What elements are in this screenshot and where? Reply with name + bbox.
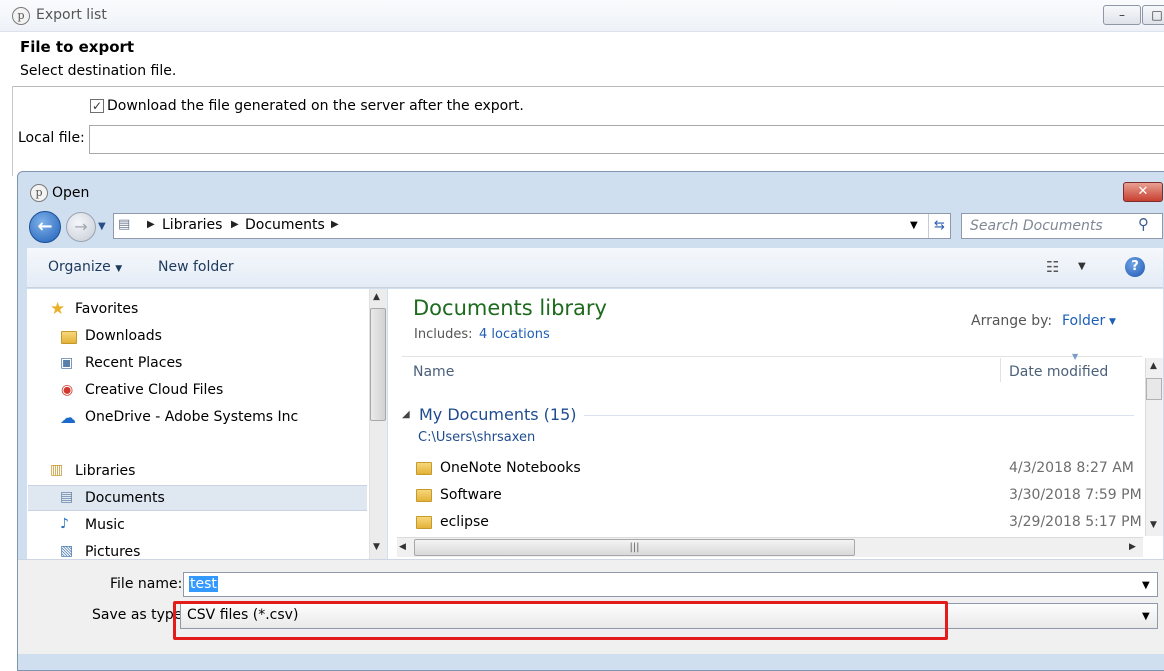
download-checkbox[interactable]: ✓ xyxy=(90,99,104,113)
close-button[interactable]: ✕ xyxy=(1123,182,1163,202)
refresh-icon[interactable]: ⇆ xyxy=(928,214,950,238)
column-header-name[interactable]: Name xyxy=(413,364,454,380)
nav-item-onedrive[interactable]: OneDrive - Adobe Systems Inc xyxy=(85,409,298,425)
header-divider xyxy=(12,86,1164,87)
nav-item-documents[interactable]: Documents xyxy=(85,490,165,506)
history-dropdown-icon[interactable]: ▼ xyxy=(98,221,106,232)
group-divider xyxy=(584,415,1134,416)
library-title: Documents library xyxy=(413,296,607,320)
folder-icon xyxy=(416,489,432,502)
arrange-by-label: Arrange by: xyxy=(971,313,1053,329)
content-vertical-scroll-thumb[interactable] xyxy=(1146,378,1162,400)
panel-border xyxy=(12,86,13,176)
file-row-name[interactable]: eclipse xyxy=(440,514,489,530)
view-dropdown-icon[interactable]: ▼ xyxy=(1078,261,1086,272)
maximize-button[interactable]: □ xyxy=(1142,5,1164,25)
scroll-up-icon[interactable]: ▲ xyxy=(373,292,380,302)
new-folder-button[interactable]: New folder xyxy=(158,259,234,275)
file-row-date: 3/29/2018 5:17 PM xyxy=(1009,514,1142,530)
arrange-by-dropdown[interactable]: Folder xyxy=(1062,313,1105,329)
file-name-input[interactable] xyxy=(183,572,1158,597)
local-file-input[interactable] xyxy=(89,125,1164,154)
nav-item-pictures[interactable]: Pictures xyxy=(85,544,140,560)
back-button[interactable]: ← xyxy=(29,211,61,243)
libraries-icon: ▥ xyxy=(50,462,64,478)
local-file-label: Local file: xyxy=(18,130,85,146)
star-icon: ★ xyxy=(50,299,66,319)
column-header-date-modified[interactable]: Date modified xyxy=(1009,364,1108,380)
address-dropdown-icon[interactable]: ▼ xyxy=(910,220,918,231)
nav-selection-highlight xyxy=(28,485,367,511)
file-row-date: 4/3/2018 8:27 AM xyxy=(1009,460,1134,476)
nav-scrollbar-thumb[interactable] xyxy=(370,308,386,421)
group-collapse-icon[interactable]: ◢ xyxy=(402,409,410,420)
group-path-link[interactable]: C:\Users\shrsaxen xyxy=(418,430,535,445)
breadcrumb-libraries[interactable]: Libraries xyxy=(162,217,222,233)
music-icon: ♪ xyxy=(60,516,69,532)
download-checkbox-label[interactable]: Download the file generated on the serve… xyxy=(107,98,524,114)
file-name-value[interactable]: test xyxy=(189,576,218,592)
save-as-type-dropdown-icon[interactable]: ▼ xyxy=(1142,611,1150,622)
dialog-app-icon: p xyxy=(30,184,48,202)
file-name-dropdown-icon[interactable]: ▼ xyxy=(1142,580,1150,591)
locations-link[interactable]: 4 locations xyxy=(479,327,550,342)
scroll-left-icon[interactable]: ◀ xyxy=(399,542,406,552)
scroll-down-icon[interactable]: ▼ xyxy=(373,542,380,552)
minimize-button[interactable]: – xyxy=(1103,5,1141,25)
chevron-down-icon[interactable]: ▼ xyxy=(1109,317,1116,327)
search-icon[interactable]: ⚲ xyxy=(1138,215,1149,233)
dialog-title: Open xyxy=(52,185,90,201)
breadcrumb-separator-icon[interactable]: ▶ xyxy=(331,219,339,230)
onedrive-icon: ☁ xyxy=(60,408,76,427)
creative-cloud-icon: ◉ xyxy=(61,382,74,398)
includes-label: Includes: xyxy=(414,327,473,342)
nav-item-creative-cloud[interactable]: Creative Cloud Files xyxy=(85,382,223,398)
section-title: File to export xyxy=(20,38,135,56)
section-subtitle: Select destination file. xyxy=(20,63,177,79)
annotation-highlight-box xyxy=(173,601,948,640)
chevron-down-icon: ▼ xyxy=(115,264,123,274)
scroll-down-icon[interactable]: ▼ xyxy=(1150,520,1157,530)
breadcrumb-documents[interactable]: Documents xyxy=(245,217,325,233)
recent-places-icon: ▣ xyxy=(60,355,74,371)
nav-item-music[interactable]: Music xyxy=(85,517,125,533)
parent-titlebar xyxy=(0,0,1164,32)
nav-favorites[interactable]: Favorites xyxy=(75,301,138,317)
file-row-name[interactable]: OneNote Notebooks xyxy=(440,460,581,476)
search-placeholder[interactable]: Search Documents xyxy=(970,218,1103,234)
file-name-label: File name: xyxy=(110,576,183,592)
downloads-folder-icon xyxy=(61,331,77,344)
breadcrumb-separator-icon[interactable]: ▶ xyxy=(147,219,155,230)
sort-indicator-icon: ▼ xyxy=(1072,352,1079,361)
view-options-icon[interactable]: ☷ xyxy=(1046,258,1059,276)
documents-icon: ▤ xyxy=(60,489,74,505)
forward-button[interactable]: → xyxy=(66,212,96,242)
nav-libraries[interactable]: Libraries xyxy=(75,463,135,479)
breadcrumb-separator-icon[interactable]: ▶ xyxy=(231,219,239,230)
scroll-right-icon[interactable]: ▶ xyxy=(1129,542,1136,552)
app-icon: p xyxy=(12,7,30,25)
nav-item-recent-places[interactable]: Recent Places xyxy=(85,355,182,371)
organize-button[interactable]: Organize ▼ xyxy=(48,259,122,275)
nav-item-downloads[interactable]: Downloads xyxy=(85,328,162,344)
help-icon[interactable]: ? xyxy=(1125,257,1145,277)
folder-icon xyxy=(416,462,432,475)
file-row-date: 3/30/2018 7:59 PM xyxy=(1009,487,1142,503)
library-icon: ▤ xyxy=(118,217,131,232)
scroll-up-icon[interactable]: ▲ xyxy=(1150,361,1157,371)
file-row-name[interactable]: Software xyxy=(440,487,502,503)
group-title[interactable]: My Documents (15) xyxy=(419,405,577,424)
parent-window-title: Export list xyxy=(36,7,107,23)
pictures-icon: ▧ xyxy=(60,543,74,559)
column-header-divider xyxy=(402,356,1142,357)
content-horizontal-scroll-thumb[interactable]: ||| xyxy=(414,539,855,556)
organize-label: Organize xyxy=(48,259,111,275)
folder-icon xyxy=(416,516,432,529)
column-resize-handle[interactable] xyxy=(1000,358,1001,382)
